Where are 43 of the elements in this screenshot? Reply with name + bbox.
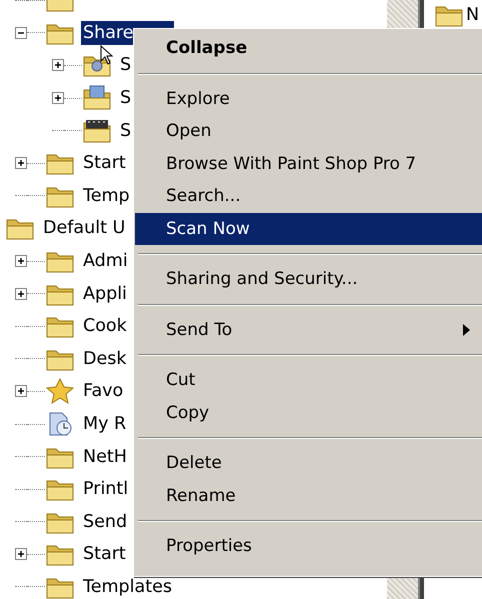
expander-box[interactable] [52,92,64,104]
tree-item[interactable]: Templates [81,574,174,599]
menu-item[interactable]: Copy [135,396,482,429]
expander-box[interactable] [15,26,27,39]
pictures-folder-icon [82,85,112,112]
tree-item[interactable]: Default U [41,216,128,240]
expander-box[interactable] [15,288,27,300]
tree-item[interactable]: Cook [81,314,129,338]
tree-item[interactable]: Printl [81,477,130,502]
tree-item[interactable]: Temp [81,184,132,208]
tree-item[interactable]: S [118,53,134,78]
tree-item[interactable]: NetH [81,444,129,469]
submenu-arrow-icon [463,324,470,336]
tree-item[interactable]: S [118,118,134,143]
mouse-pointer-icon [100,45,114,65]
tree-item[interactable]: My R [81,412,128,436]
menu-item[interactable]: Search... [135,180,482,212]
tree-item[interactable]: Favo [81,379,126,404]
tree-item[interactable]: S [118,86,134,110]
menu-item[interactable]: Send To [135,314,482,346]
tree-item[interactable]: Admi [81,249,130,274]
menu-item[interactable]: Rename [135,480,482,512]
star-icon [45,378,75,404]
expander-box[interactable] [15,157,27,170]
tree-item[interactable]: Appli [81,282,129,306]
tree-item[interactable]: Start [81,151,128,176]
film-folder-icon [82,118,112,144]
expander-box[interactable] [15,385,27,398]
menu-item[interactable]: Browse With Paint Shop Pro 7 [135,148,482,180]
folder-name[interactable]: N [466,5,480,25]
tree-item[interactable]: Start [81,542,128,566]
menu-item[interactable]: Sharing and Security... [135,263,482,296]
menu-item[interactable]: Cut [135,364,482,396]
expander-box[interactable] [15,548,27,560]
menu-item[interactable]: Open [135,115,482,148]
tree-item[interactable]: Send [81,510,130,534]
menu-item[interactable]: Explore [135,82,482,115]
menu-item[interactable]: Scan Now [135,212,482,245]
expander-box[interactable] [15,255,27,268]
tree-item[interactable]: Desk [81,346,128,371]
expander-box[interactable] [52,59,64,72]
menu-item[interactable]: Properties [135,530,482,562]
menu-item[interactable]: Delete [135,447,482,480]
